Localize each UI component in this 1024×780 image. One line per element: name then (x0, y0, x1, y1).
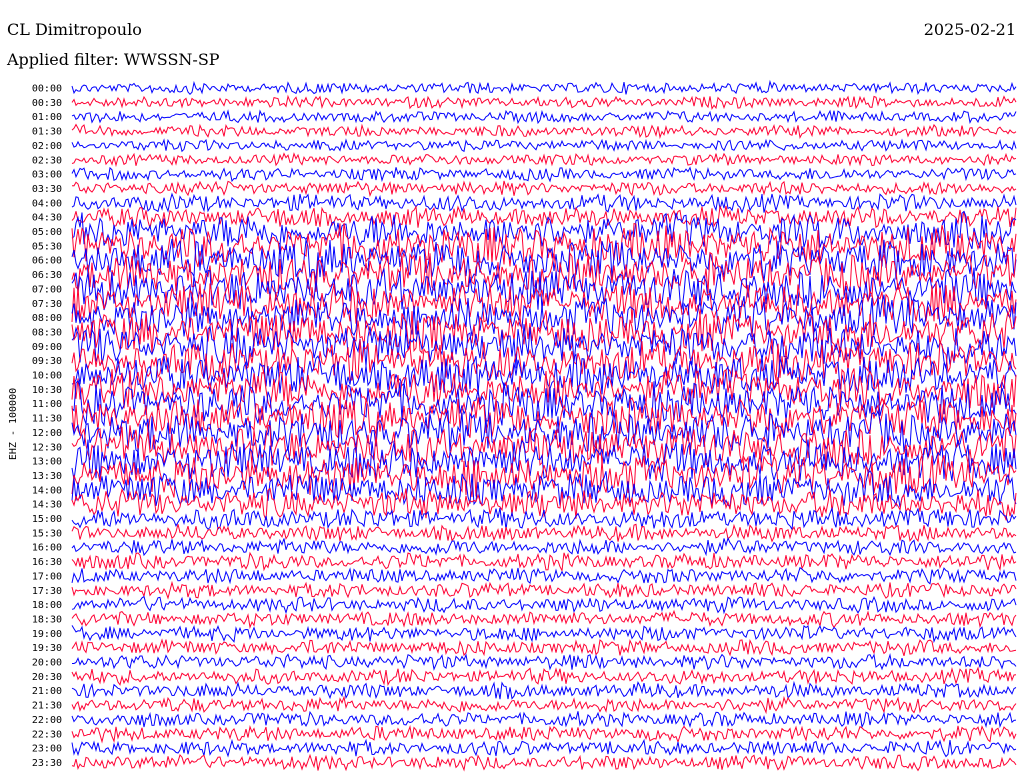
trace-row-38 (71, 624, 1017, 644)
row-time-label: 06:30 (32, 270, 62, 281)
trace-row-43 (71, 695, 1017, 715)
row-time-label: 23:00 (32, 744, 62, 755)
row-time-label: 18:00 (32, 600, 62, 611)
row-time-label: 16:30 (32, 557, 62, 568)
row-time-label: 11:00 (32, 399, 62, 410)
row-time-label: 12:00 (32, 428, 62, 439)
helicorder-chart: 00:00 00:30 01:00 01:30 02:00 02:30 03:00 03:30… (8, 79, 1017, 772)
row-time-label: 13:00 (32, 457, 62, 468)
row-time-label: 05:30 (32, 241, 62, 252)
row-time-label: 01:30 (32, 127, 62, 138)
trace-row-19 (71, 338, 1017, 382)
row-time-label: 03:00 (32, 170, 62, 181)
row-time-label: 08:30 (32, 327, 62, 338)
row-time-label: 07:00 (32, 284, 62, 295)
trace-row-2 (71, 109, 1017, 125)
row-time-label: 00:00 (32, 84, 62, 95)
row-time-label: 09:30 (32, 356, 62, 367)
trace-row-35 (71, 580, 1017, 600)
trace-row-7 (71, 180, 1017, 198)
trace-row-3 (71, 123, 1017, 140)
row-time-label: 15:30 (32, 528, 62, 539)
y-axis-label: EHZ - 100000 (8, 388, 19, 460)
trace-row-42 (71, 680, 1017, 700)
row-time-label: 17:00 (32, 571, 62, 582)
trace-row-34 (71, 566, 1017, 585)
row-time-label: 03:30 (32, 184, 62, 195)
row-time-label: 19:30 (32, 643, 62, 654)
trace-row-29 (71, 487, 1017, 522)
row-time-label: 09:00 (32, 342, 62, 353)
row-time-label: 04:30 (32, 213, 62, 224)
tick-label-group: 00:00 00:30 01:00 01:30 02:00 02:30 03:00 03:30… (32, 84, 62, 769)
trace-row-6 (71, 166, 1017, 183)
trace-row-16 (71, 294, 1017, 338)
trace-row-37 (71, 609, 1017, 630)
trace-group (71, 79, 1017, 772)
row-time-label: 22:00 (32, 715, 62, 726)
row-time-label: 22:30 (32, 729, 62, 740)
row-time-label: 02:00 (32, 141, 62, 152)
row-time-label: 21:00 (32, 686, 62, 697)
trace-row-32 (71, 536, 1017, 557)
trace-row-33 (71, 551, 1017, 573)
row-time-label: 13:30 (32, 471, 62, 482)
row-time-label: 02:30 (32, 155, 62, 166)
trace-row-8 (71, 192, 1017, 214)
row-time-label: 01:00 (32, 112, 62, 123)
trace-row-0 (71, 79, 1017, 96)
row-time-label: 12:30 (32, 442, 62, 453)
row-time-label: 05:00 (32, 227, 62, 238)
row-time-label: 17:30 (32, 586, 62, 597)
row-time-label: 11:30 (32, 414, 62, 425)
trace-row-45 (71, 724, 1017, 744)
row-time-label: 21:30 (32, 701, 62, 712)
row-time-label: 18:30 (32, 614, 62, 625)
row-time-label: 15:00 (32, 514, 62, 525)
row-time-label: 07:30 (32, 299, 62, 310)
row-time-label: 00:30 (32, 98, 62, 109)
trace-row-41 (71, 666, 1017, 687)
trace-row-31 (71, 523, 1017, 543)
trace-row-40 (72, 653, 1017, 671)
row-time-label: 19:00 (32, 629, 62, 640)
row-time-label: 10:00 (32, 371, 62, 382)
trace-row-4 (71, 138, 1017, 153)
row-time-label: 16:00 (32, 543, 62, 554)
trace-row-36 (71, 595, 1017, 615)
row-time-label: 14:00 (32, 485, 62, 496)
trace-row-46 (71, 738, 1017, 758)
row-time-label: 14:30 (32, 500, 62, 511)
row-time-label: 23:30 (32, 758, 62, 769)
trace-row-30 (71, 506, 1017, 531)
row-time-label: 06:00 (32, 256, 62, 267)
trace-row-47 (71, 753, 1017, 772)
row-time-label: 08:00 (32, 313, 62, 324)
trace-row-5 (71, 152, 1017, 168)
trace-row-39 (71, 638, 1017, 657)
row-time-label: 10:30 (32, 385, 62, 396)
trace-row-1 (71, 94, 1017, 111)
trace-row-44 (71, 710, 1017, 729)
row-time-label: 20:00 (32, 658, 62, 669)
row-time-label: 04:00 (32, 198, 62, 209)
row-time-label: 20:30 (32, 672, 62, 683)
